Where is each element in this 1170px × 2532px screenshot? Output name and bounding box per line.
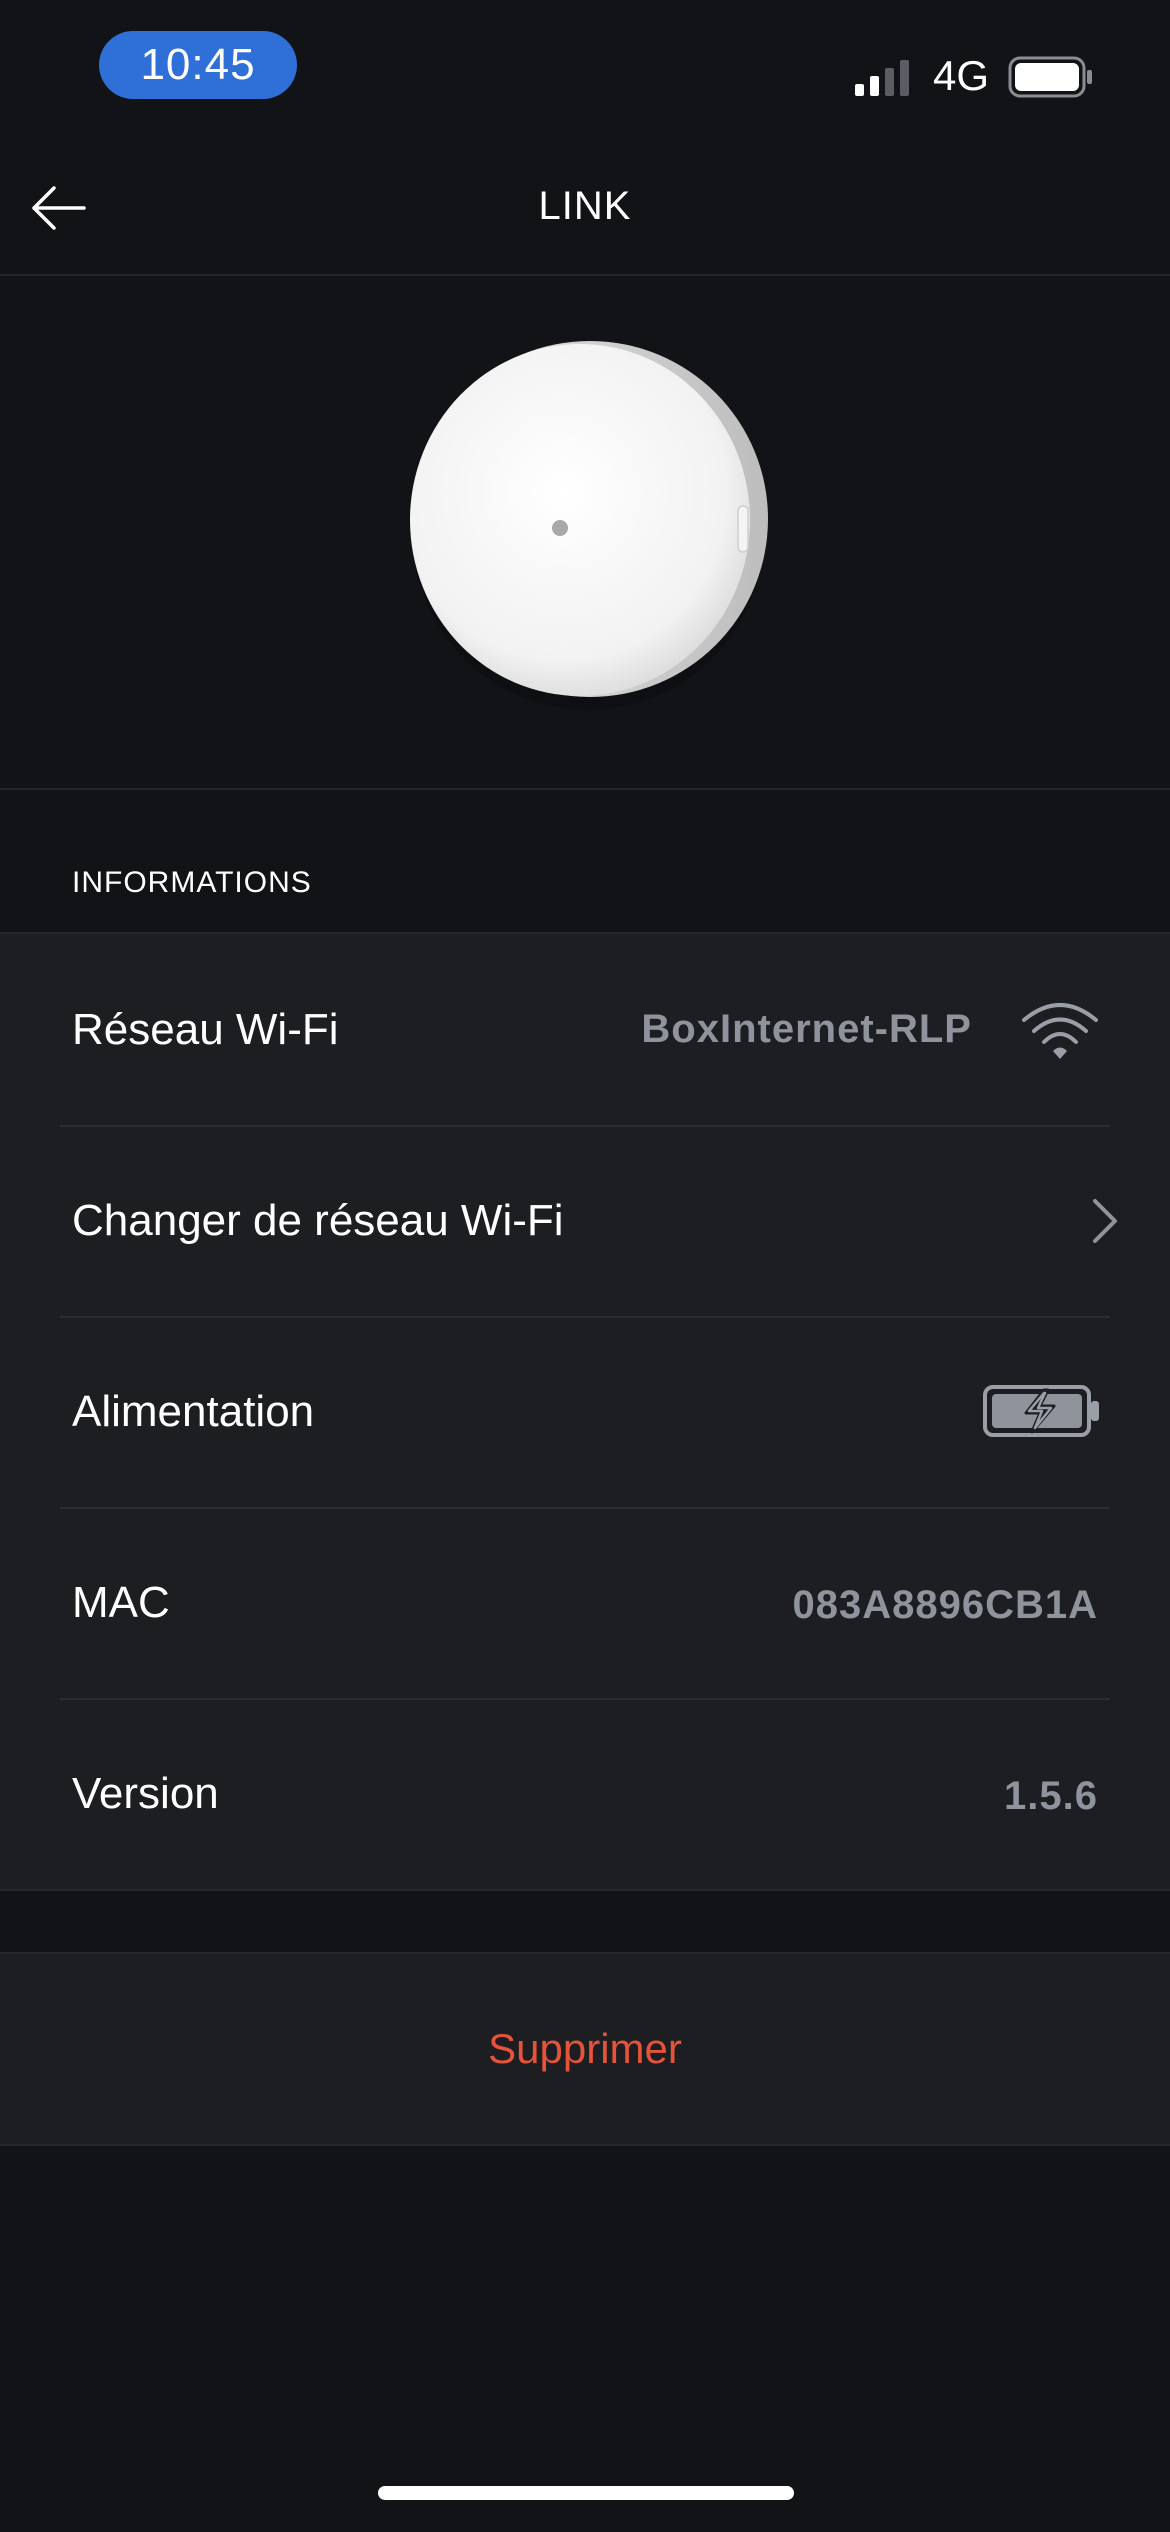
version-value: 1.5.6 bbox=[1004, 1774, 1098, 1818]
wifi-icon bbox=[1022, 1003, 1098, 1059]
device-image bbox=[410, 341, 768, 710]
delete-button[interactable]: Supprimer bbox=[0, 1954, 1170, 2144]
page-title: LINK bbox=[538, 184, 632, 228]
app-header: LINK bbox=[0, 140, 1170, 276]
home-indicator[interactable] bbox=[378, 2486, 794, 2500]
row-label: Réseau Wi-Fi bbox=[72, 1004, 339, 1054]
row-label: Alimentation bbox=[72, 1386, 315, 1436]
row-change-wifi[interactable]: Changer de réseau Wi-Fi bbox=[0, 1125, 1170, 1316]
row-label: MAC bbox=[72, 1577, 170, 1627]
row-mac: MAC 083A8896CB1A bbox=[0, 1507, 1170, 1698]
row-version: Version 1.5.6 bbox=[0, 1698, 1170, 1889]
section-title-informations: INFORMATIONS bbox=[72, 866, 312, 899]
signal-bars-icon bbox=[855, 60, 909, 96]
mac-value: 083A8896CB1A bbox=[792, 1583, 1098, 1627]
network-type: 4G bbox=[933, 52, 990, 99]
battery-charging-icon bbox=[983, 1385, 1099, 1437]
row-power: Alimentation bbox=[0, 1316, 1170, 1507]
row-label: Changer de réseau Wi-Fi bbox=[72, 1195, 564, 1245]
status-bar: 10:45 4G bbox=[0, 0, 1170, 140]
battery-icon bbox=[1008, 56, 1092, 98]
status-time: 10:45 bbox=[99, 31, 297, 99]
row-label: Version bbox=[72, 1768, 219, 1818]
delete-section: Supprimer bbox=[0, 1952, 1170, 2146]
wifi-network-value: BoxInternet-RLP bbox=[641, 1007, 972, 1051]
row-wifi-network: Réseau Wi-Fi BoxInternet-RLP bbox=[0, 934, 1170, 1125]
device-image-area bbox=[0, 276, 1170, 790]
info-list: Réseau Wi-Fi BoxInternet-RLP Changer de … bbox=[0, 932, 1170, 1891]
chevron-right-icon bbox=[1093, 1199, 1117, 1243]
